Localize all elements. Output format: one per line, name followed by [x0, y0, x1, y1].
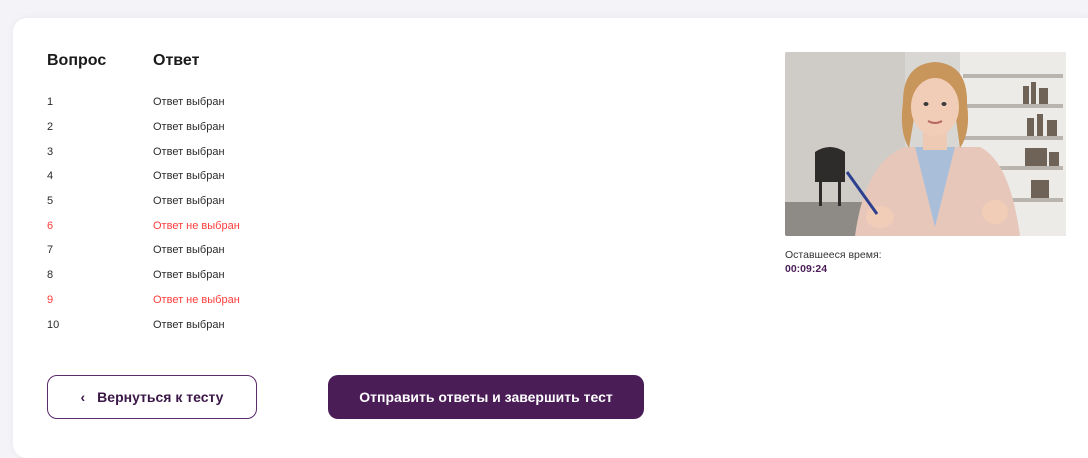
- submit-button-label: Отправить ответы и завершить тест: [359, 389, 613, 405]
- answer-column-header: Ответ: [153, 52, 200, 69]
- answer-status: Ответ не выбран: [153, 220, 240, 232]
- back-button-label: Вернуться к тесту: [97, 389, 224, 405]
- answer-status: Ответ выбран: [153, 96, 225, 108]
- chevron-left-icon: ‹: [80, 389, 86, 405]
- question-number: 10: [47, 319, 60, 331]
- answer-status: Ответ выбран: [153, 195, 225, 207]
- timer-value: 00:09:24: [785, 263, 828, 275]
- back-to-test-button[interactable]: ‹ Вернуться к тесту: [47, 375, 257, 419]
- question-number: 2: [47, 121, 54, 133]
- answer-status: Ответ выбран: [153, 319, 225, 331]
- answer-status: Ответ выбран: [153, 269, 225, 281]
- question-number: 7: [47, 244, 54, 256]
- webcam-preview: [785, 52, 1066, 236]
- question-number: 9: [47, 294, 54, 306]
- question-number: 3: [47, 146, 54, 158]
- question-number: 1: [47, 96, 54, 108]
- answer-status: Ответ выбран: [153, 146, 225, 158]
- question-number: 4: [47, 170, 54, 182]
- answer-status: Ответ выбран: [153, 170, 225, 182]
- question-number: 5: [47, 195, 54, 207]
- question-number: 8: [47, 269, 54, 281]
- question-number: 6: [47, 220, 54, 232]
- answer-status: Ответ выбран: [153, 244, 225, 256]
- timer-label: Оставшееся время:: [785, 249, 882, 261]
- question-column-header: Вопрос: [47, 52, 107, 69]
- answer-status: Ответ не выбран: [153, 294, 240, 306]
- submit-and-finish-button[interactable]: Отправить ответы и завершить тест: [328, 375, 644, 419]
- answer-status: Ответ выбран: [153, 121, 225, 133]
